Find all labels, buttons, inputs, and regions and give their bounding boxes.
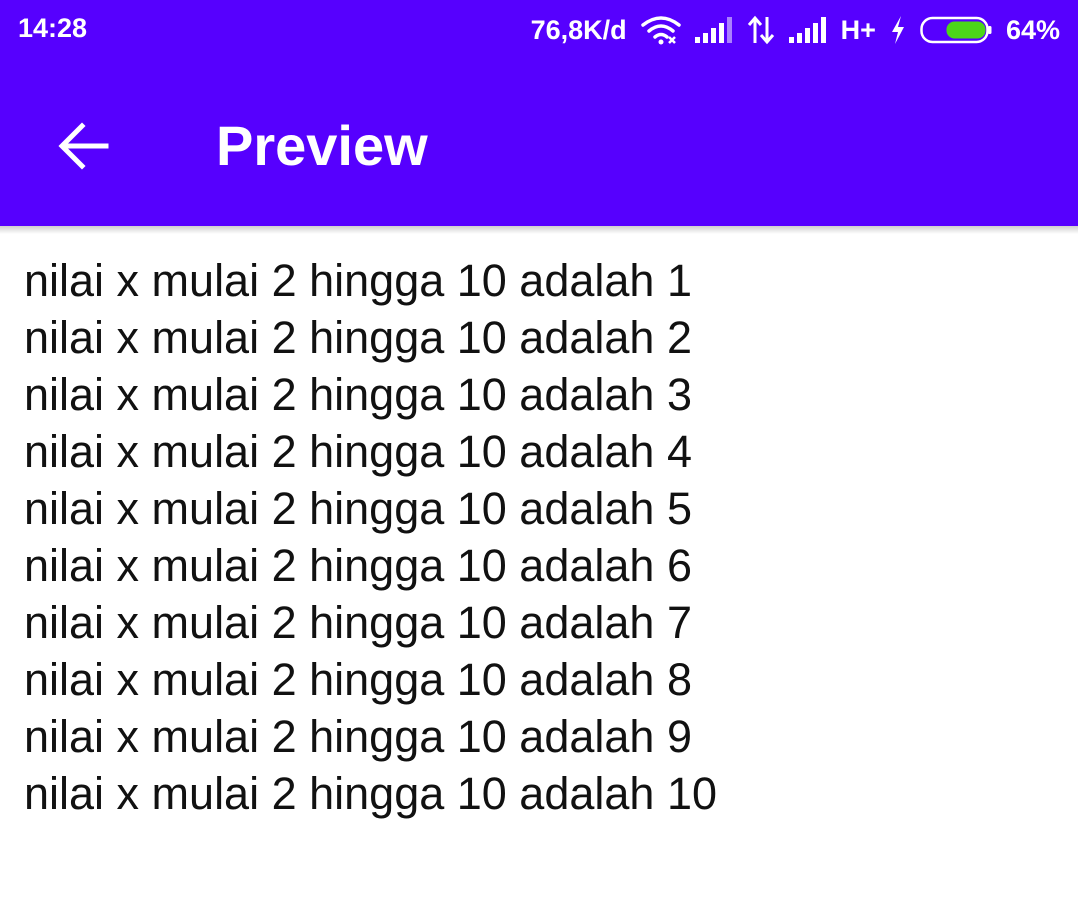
output-line: nilai x mulai 2 hingga 10 adalah 10 [24, 768, 717, 819]
output-line: nilai x mulai 2 hingga 10 adalah 6 [24, 540, 692, 591]
output-line: nilai x mulai 2 hingga 10 adalah 7 [24, 597, 692, 648]
output-line: nilai x mulai 2 hingga 10 adalah 4 [24, 426, 692, 477]
output-line: nilai x mulai 2 hingga 10 adalah 3 [24, 369, 692, 420]
status-time: 14:28 [18, 13, 88, 43]
output-line: nilai x mulai 2 hingga 10 adalah 5 [24, 483, 692, 534]
status-bar: 14:28 76,8K/d H+ 64% [0, 0, 1078, 62]
network-speed: 76,8K/d [530, 14, 627, 45]
charging-icon [890, 16, 906, 44]
wifi-icon [640, 15, 681, 45]
signal-2-icon [788, 17, 827, 43]
app-bar: 14:28 76,8K/d H+ 64% Preview [0, 0, 1078, 226]
arrow-back-icon [58, 122, 109, 170]
app-bar-shadow [0, 226, 1078, 234]
page-title: Preview [216, 114, 428, 177]
output-line: nilai x mulai 2 hingga 10 adalah 8 [24, 654, 692, 705]
signal-1-icon [694, 17, 733, 43]
output-line: nilai x mulai 2 hingga 10 adalah 1 [24, 255, 692, 306]
data-transfer-icon [747, 15, 775, 45]
output-list: nilai x mulai 2 hingga 10 adalah 1 nilai… [24, 252, 1058, 822]
status-indicators: 76,8K/d H+ 64% [531, 10, 1060, 50]
back-button[interactable] [56, 118, 112, 174]
battery-icon [920, 15, 992, 45]
output-line: nilai x mulai 2 hingga 10 adalah 9 [24, 711, 692, 762]
network-type: H+ [840, 14, 876, 45]
output-line: nilai x mulai 2 hingga 10 adalah 2 [24, 312, 692, 363]
battery-percent: 64% [1005, 14, 1060, 45]
